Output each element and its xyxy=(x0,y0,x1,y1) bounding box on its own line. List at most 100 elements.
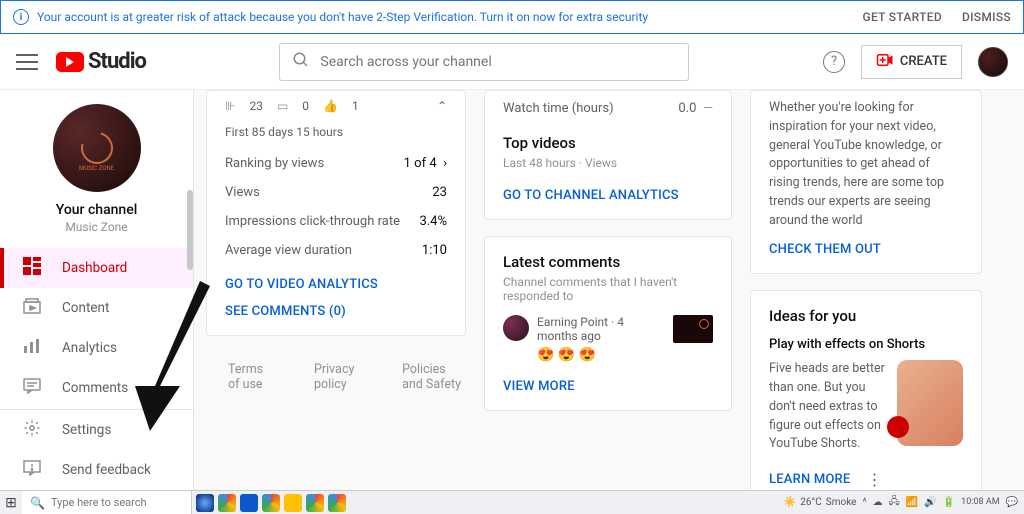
feedback-icon xyxy=(22,460,42,480)
clock[interactable]: 10:08 AM xyxy=(961,498,999,507)
ideas-body: Five heads are better than one. But you … xyxy=(769,360,887,454)
ideas-image xyxy=(897,360,963,446)
view-more-link[interactable]: VIEW MORE xyxy=(503,379,713,394)
create-icon xyxy=(876,53,894,71)
tray-battery-icon[interactable]: 🔋 xyxy=(943,497,955,508)
alert-message: Your account is at greater risk of attac… xyxy=(37,10,843,24)
commenter-name: Earning Point xyxy=(537,315,608,329)
views-count: 23 xyxy=(249,99,263,113)
policies-link[interactable]: Policies and Safety xyxy=(402,362,466,392)
ideas-headline: Play with effects on Shorts xyxy=(769,337,963,352)
sidebar-item-dashboard[interactable]: Dashboard xyxy=(0,248,193,288)
channel-analytics-link[interactable]: GO TO CHANNEL ANALYTICS xyxy=(503,188,713,203)
taskbar-chrome-icon[interactable] xyxy=(306,494,324,512)
taskbar-search-text: Type here to search xyxy=(51,496,147,509)
more-options-icon[interactable]: ⋮ xyxy=(866,470,884,489)
weather-desc: Smoke xyxy=(826,497,857,508)
taskbar-explorer-icon[interactable] xyxy=(284,494,302,512)
sidebar-label: Analytics xyxy=(62,340,117,356)
content-icon xyxy=(22,298,42,318)
weather-widget[interactable]: ☀️ 26°C Smoke xyxy=(784,497,857,508)
weather-icon: ☀️ xyxy=(784,497,796,508)
sidebar-label: Send feedback xyxy=(62,462,151,478)
comments-icon: ▭ xyxy=(277,99,288,113)
youtube-play-icon xyxy=(56,52,84,72)
analytics-icon xyxy=(22,338,42,358)
top-videos-sub: Last 48 hours · Views xyxy=(503,156,713,170)
metric-label: Impressions click-through rate xyxy=(225,214,400,229)
search-field[interactable] xyxy=(320,54,676,70)
sidebar-label: Comments xyxy=(62,380,128,396)
metric-value: 23 xyxy=(432,185,447,200)
period-label: First 85 days 15 hours xyxy=(225,125,447,139)
help-icon[interactable]: ? xyxy=(823,51,845,73)
gear-icon xyxy=(22,419,42,441)
sidebar-label: Settings xyxy=(62,422,111,438)
search-input[interactable] xyxy=(279,43,689,81)
menu-icon[interactable] xyxy=(16,54,38,70)
tray-chevron-icon[interactable]: ^ xyxy=(862,497,866,508)
latest-comments-title: Latest comments xyxy=(503,253,713,271)
dismiss-button[interactable]: DISMISS xyxy=(962,10,1011,24)
views-icon: ⊪ xyxy=(225,99,235,113)
taskbar-search[interactable]: 🔍 Type here to search xyxy=(22,491,192,514)
notifications-icon[interactable]: 💬 xyxy=(1006,497,1018,508)
taskbar-app-icon[interactable] xyxy=(196,494,214,512)
tray-wifi-icon[interactable]: 📶 xyxy=(906,497,918,508)
start-button[interactable]: ⊞ xyxy=(0,495,22,511)
comment-thumbnail xyxy=(673,315,713,343)
sidebar-scrollbar[interactable] xyxy=(187,190,193,270)
likes-icon: 👍 xyxy=(323,99,338,113)
sidebar-label: Content xyxy=(62,300,109,316)
ideas-title: Ideas for you xyxy=(769,307,963,325)
metric-value: 1:10 xyxy=(422,243,447,258)
sidebar-item-comments[interactable]: Comments xyxy=(0,368,193,408)
comments-icon xyxy=(22,378,42,398)
video-analytics-link[interactable]: GO TO VIDEO ANALYTICS xyxy=(225,277,447,292)
metric-label: Average view duration xyxy=(225,243,352,258)
channel-avatar[interactable]: MUSIC ZONE xyxy=(53,104,141,192)
info-icon: i xyxy=(13,9,29,25)
taskbar-app-icon[interactable] xyxy=(240,494,258,512)
watch-time-value: 0.0 — xyxy=(678,101,713,116)
dashboard-icon xyxy=(22,257,42,279)
taskbar-chrome-icon[interactable] xyxy=(218,494,236,512)
metric-value: 1 of 4 › xyxy=(404,156,447,171)
terms-link[interactable]: Terms of use xyxy=(228,362,272,392)
see-comments-link[interactable]: SEE COMMENTS (0) xyxy=(225,304,447,319)
create-button[interactable]: CREATE xyxy=(861,45,962,79)
likes-count: 1 xyxy=(352,99,359,113)
watch-time-label: Watch time (hours) xyxy=(503,101,614,116)
weather-temp: 26°C xyxy=(800,497,821,508)
metric-label: Views xyxy=(225,185,260,200)
sidebar-item-settings[interactable]: Settings xyxy=(0,410,193,450)
taskbar-chrome-icon[interactable] xyxy=(262,494,280,512)
tray-network-icon[interactable]: 🖧 xyxy=(889,494,900,511)
sidebar-item-feedback[interactable]: Send feedback xyxy=(0,450,193,490)
sidebar-item-subtitles[interactable]: Subtitles xyxy=(0,408,193,409)
channel-title: Your channel xyxy=(56,202,138,218)
channel-name: Music Zone xyxy=(65,220,127,234)
latest-comments-sub: Channel comments that I haven't responde… xyxy=(503,275,713,303)
sidebar-item-analytics[interactable]: Analytics xyxy=(0,328,193,368)
tray-cloud-icon[interactable]: ☁ xyxy=(873,497,883,508)
tray-volume-icon[interactable]: 🔊 xyxy=(924,497,936,508)
comment-row[interactable]: Earning Point · 4 months ago 😍 😍 😍 xyxy=(503,315,713,363)
privacy-link[interactable]: Privacy policy xyxy=(314,362,360,392)
profile-avatar[interactable] xyxy=(978,47,1008,77)
sidebar-label: Dashboard xyxy=(62,260,127,276)
search-icon xyxy=(292,51,310,73)
check-them-out-link[interactable]: CHECK THEM OUT xyxy=(769,242,963,257)
collapse-icon[interactable]: ⌃ xyxy=(437,99,447,113)
get-started-button[interactable]: GET STARTED xyxy=(863,10,942,24)
taskbar-chrome-icon[interactable] xyxy=(328,494,346,512)
comment-text: 😍 😍 😍 xyxy=(537,347,665,363)
sidebar-item-content[interactable]: Content xyxy=(0,288,193,328)
top-videos-title: Top videos xyxy=(503,134,713,152)
commenter-avatar xyxy=(503,315,529,341)
studio-logo[interactable]: Studio xyxy=(56,49,146,74)
trends-text: Whether you're looking for inspiration f… xyxy=(769,99,963,230)
search-icon: 🔍 xyxy=(30,496,45,510)
learn-more-link[interactable]: LEARN MORE xyxy=(769,472,850,487)
logo-text: Studio xyxy=(88,49,146,74)
